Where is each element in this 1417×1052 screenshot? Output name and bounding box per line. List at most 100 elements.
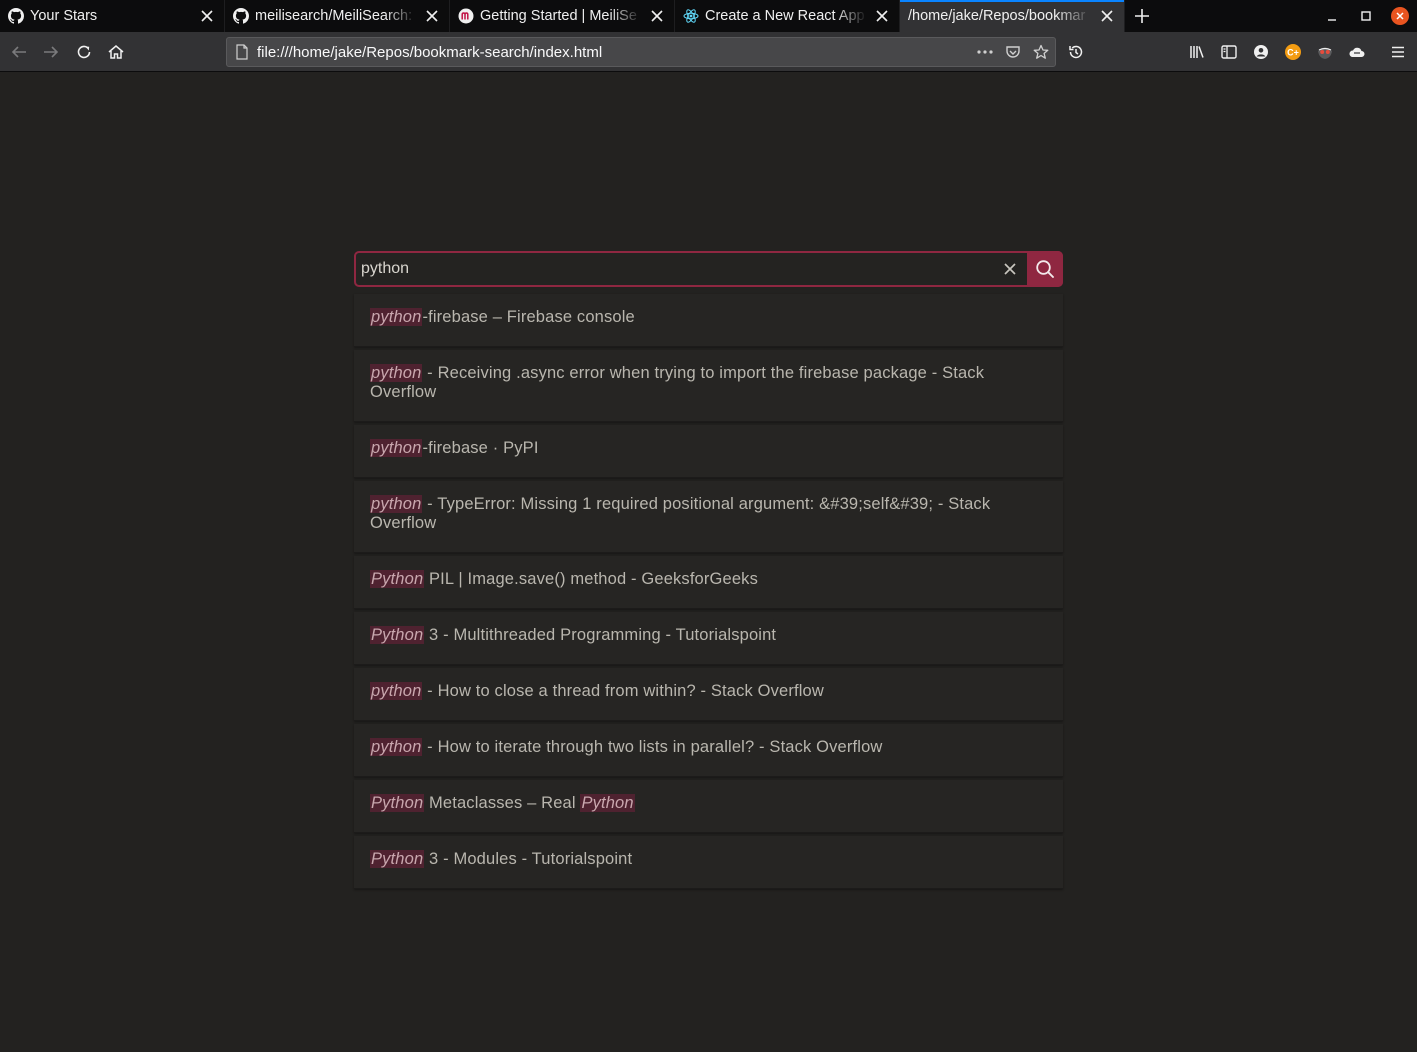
search-input[interactable] xyxy=(356,253,993,285)
extension-weather-button[interactable] xyxy=(1341,36,1373,68)
search-result-item[interactable]: Python PIL | Image.save() method - Geeks… xyxy=(354,556,1063,609)
tab-title: /home/jake/Repos/bookmar xyxy=(908,8,1086,24)
search-result-item[interactable]: python-firebase – Firebase console xyxy=(354,294,1063,347)
library-icon xyxy=(1190,46,1204,58)
tab-title: Getting Started | MeiliSe xyxy=(480,8,637,24)
search-result-item[interactable]: python - How to close a thread from with… xyxy=(354,668,1063,721)
search-result-item[interactable]: Python 3 - Modules - Tutorialspoint xyxy=(354,836,1063,889)
meilisearch-icon xyxy=(458,8,474,24)
result-title-text: Metaclasses – Real xyxy=(424,794,581,812)
close-window-button[interactable] xyxy=(1383,0,1417,32)
highlighted-match: Python xyxy=(370,626,425,644)
navigation-toolbar: file:///home/jake/Repos/bookmark-search/… xyxy=(0,32,1417,72)
tab-title: meilisearch/MeiliSearch: xyxy=(255,8,413,24)
extension-honey-button[interactable]: C+ xyxy=(1277,36,1309,68)
history-icon xyxy=(1069,45,1083,59)
account-button[interactable] xyxy=(1245,36,1277,68)
bookmark-search-app: python-firebase – Firebase consolepython… xyxy=(354,251,1063,892)
close-tab-icon[interactable] xyxy=(873,7,891,25)
history-button[interactable] xyxy=(1060,36,1092,68)
forward-button[interactable] xyxy=(35,36,67,68)
search-result-item[interactable]: python-firebase · PyPI xyxy=(354,425,1063,478)
maximize-button[interactable] xyxy=(1349,0,1383,32)
account-icon xyxy=(1254,45,1268,59)
url-bar[interactable]: file:///home/jake/Repos/bookmark-search/… xyxy=(226,37,1056,67)
maximize-icon xyxy=(1361,11,1371,21)
pocket-button[interactable] xyxy=(999,38,1027,66)
reload-icon xyxy=(77,45,91,59)
highlighted-match: python xyxy=(370,495,423,513)
sidebar-button[interactable] xyxy=(1213,36,1245,68)
search-result-item[interactable]: python - TypeError: Missing 1 required p… xyxy=(354,481,1063,553)
result-title-text: -firebase – Firebase console xyxy=(422,308,635,326)
result-title-text: PIL | Image.save() method - GeeksforGeek… xyxy=(424,570,758,588)
search-button[interactable] xyxy=(1027,251,1063,287)
search-icon xyxy=(1036,260,1054,278)
minimize-button[interactable] xyxy=(1315,0,1349,32)
home-button[interactable] xyxy=(100,36,132,68)
library-button[interactable] xyxy=(1181,36,1213,68)
github-icon xyxy=(8,8,24,24)
new-tab-button[interactable] xyxy=(1125,0,1159,32)
pocket-icon xyxy=(1006,46,1020,58)
search-box xyxy=(354,251,1063,287)
highlighted-match: Python xyxy=(580,794,635,812)
highlighted-match: Python xyxy=(370,570,425,588)
result-title-text: - How to iterate through two lists in pa… xyxy=(422,738,883,756)
back-button[interactable] xyxy=(3,36,35,68)
menu-button[interactable] xyxy=(1382,36,1414,68)
home-icon xyxy=(108,45,124,59)
hamburger-menu-icon xyxy=(1392,46,1404,58)
extension-privacy-button[interactable] xyxy=(1309,36,1341,68)
tab-meilisearch-github[interactable]: meilisearch/MeiliSearch: xyxy=(225,0,450,32)
search-result-item[interactable]: Python Metaclasses – Real Python xyxy=(354,780,1063,833)
close-tab-icon[interactable] xyxy=(648,7,666,25)
more-icon xyxy=(977,50,993,54)
github-icon xyxy=(233,8,249,24)
highlighted-match: python xyxy=(370,738,423,756)
close-icon xyxy=(1391,7,1409,25)
search-result-item[interactable]: python - How to iterate through two list… xyxy=(354,724,1063,777)
honey-extension-icon: C+ xyxy=(1285,44,1301,60)
forward-arrow-icon xyxy=(44,46,59,58)
close-tab-icon[interactable] xyxy=(423,7,441,25)
back-arrow-icon xyxy=(11,46,26,58)
result-title-text: -firebase · PyPI xyxy=(422,439,539,457)
result-title-text: 3 - Modules - Tutorialspoint xyxy=(424,850,633,868)
result-title-text: - How to close a thread from within? - S… xyxy=(422,682,824,700)
result-title-text: 3 - Multithreaded Programming - Tutorial… xyxy=(424,626,777,644)
result-title-text: - Receiving .async error when trying to … xyxy=(370,364,985,401)
plus-icon xyxy=(1135,9,1149,23)
close-tab-icon[interactable] xyxy=(198,7,216,25)
tab-create-react-app[interactable]: Create a New React App xyxy=(675,0,900,32)
reload-button[interactable] xyxy=(68,36,100,68)
tab-bookmark-search[interactable]: /home/jake/Repos/bookmar xyxy=(900,0,1125,32)
tab-meilisearch-docs[interactable]: Getting Started | MeiliSe xyxy=(450,0,675,32)
clear-search-button[interactable] xyxy=(993,253,1027,285)
privacy-badger-icon xyxy=(1318,47,1332,59)
search-results-list: python-firebase – Firebase console python… xyxy=(354,294,1063,889)
highlighted-match: python xyxy=(370,364,423,382)
tab-title: Your Stars xyxy=(30,8,98,24)
search-result-item[interactable]: Python 3 - Multithreaded Programming - T… xyxy=(354,612,1063,665)
cloud-extension-icon xyxy=(1349,47,1365,57)
window-controls xyxy=(1315,0,1417,32)
bookmark-star-button[interactable] xyxy=(1027,38,1055,66)
url-text[interactable]: file:///home/jake/Repos/bookmark-search/… xyxy=(257,44,971,61)
sidebar-icon xyxy=(1221,45,1237,59)
highlighted-match: python xyxy=(370,308,423,326)
highlighted-match: python xyxy=(370,682,423,700)
clear-icon xyxy=(1004,263,1016,275)
tab-your-stars[interactable]: Your Stars xyxy=(0,0,225,32)
svg-text:C+: C+ xyxy=(1287,48,1299,58)
tab-title: Create a New React App xyxy=(705,8,865,24)
tab-strip: Your Stars meilisearch/MeiliSearch: Gett… xyxy=(0,0,1417,32)
search-result-item[interactable]: python - Receiving .async error when try… xyxy=(354,350,1063,422)
result-title-text: - TypeError: Missing 1 required position… xyxy=(370,495,991,532)
page-icon xyxy=(227,38,257,66)
star-icon xyxy=(1033,44,1049,59)
highlighted-match: python xyxy=(370,439,423,457)
close-tab-icon[interactable] xyxy=(1098,7,1116,25)
page-actions-button[interactable] xyxy=(971,38,999,66)
highlighted-match: Python xyxy=(370,850,425,868)
